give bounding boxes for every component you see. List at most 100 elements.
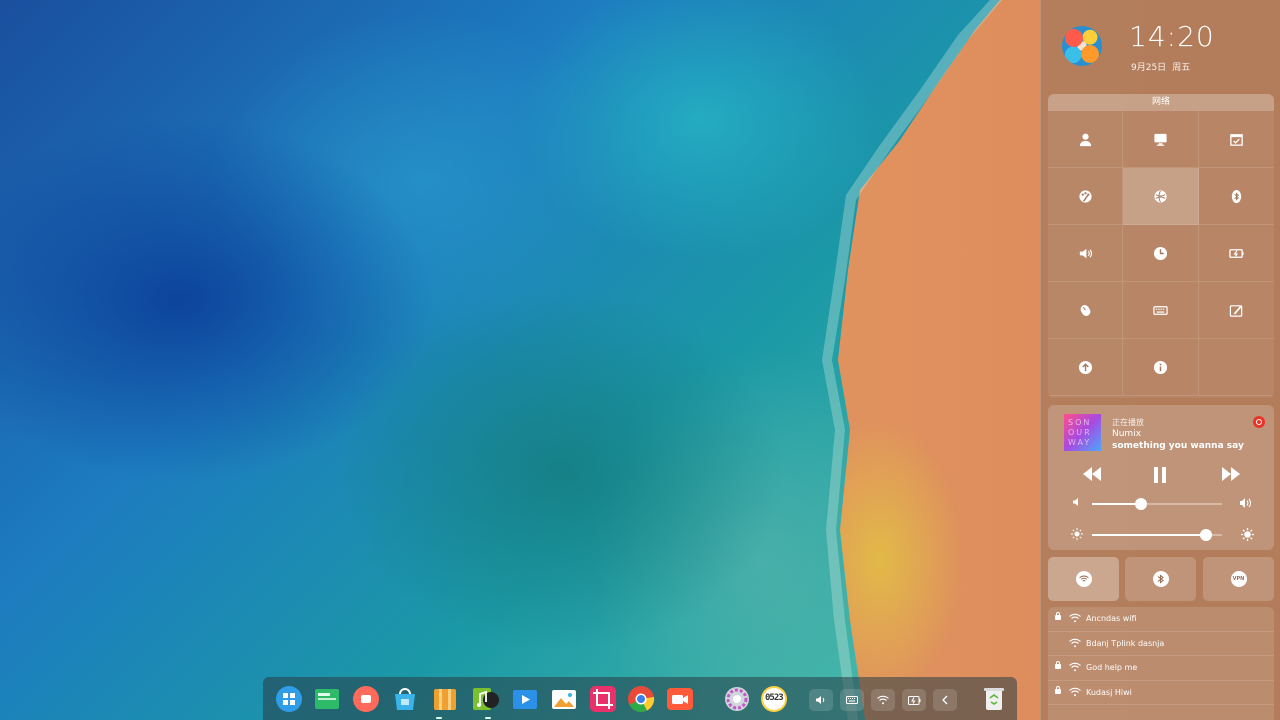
wifi-network-item[interactable]: Kudasj Hiwi (1048, 681, 1274, 705)
dock-app-settings[interactable] (723, 685, 751, 713)
next-track-button[interactable] (1221, 467, 1241, 484)
tray-keyboard-button[interactable] (840, 689, 864, 711)
tile-network[interactable] (1123, 168, 1199, 225)
tile-update[interactable] (1048, 339, 1123, 396)
lock-icon (1055, 661, 1061, 669)
tile-sound[interactable] (1048, 225, 1123, 282)
trash-icon (984, 688, 1004, 710)
dock-app-movie[interactable] (511, 685, 539, 713)
tile-mouse[interactable] (1048, 282, 1123, 339)
bluetooth-toggle[interactable] (1125, 557, 1196, 601)
tray-wifi-button[interactable] (871, 689, 895, 711)
settings-tiles (1048, 111, 1274, 396)
running-indicator (485, 717, 491, 719)
update-icon (1078, 360, 1092, 374)
tile-personalization[interactable] (1048, 168, 1123, 225)
folder-icon (315, 689, 339, 709)
wifi-network-name: God help me (1086, 663, 1138, 672)
calendar-icon (1230, 133, 1243, 146)
user-avatar[interactable] (1062, 26, 1102, 66)
dock-app-image-viewer[interactable] (550, 685, 578, 713)
track-artist: Numix (1112, 429, 1142, 439)
tile-display[interactable] (1123, 111, 1199, 168)
store-icon (395, 688, 415, 710)
settings-icon (725, 687, 749, 711)
tray-volume-button[interactable] (809, 689, 833, 711)
vpn-toggle[interactable]: VPN (1203, 557, 1274, 601)
wifi-network-name: Kudasj Hiwi (1086, 687, 1132, 697)
keyboard-tray-icon (846, 696, 858, 704)
tile-keyboard[interactable] (1123, 282, 1199, 339)
lock-icon (1055, 685, 1061, 694)
wifi-toggle[interactable] (1048, 557, 1119, 601)
dock-app-camera[interactable] (666, 685, 694, 713)
media-player-widget: SON OUR WAY 正在播放 Numix something you wanna… (1048, 405, 1274, 550)
dock-app-archive[interactable] (431, 685, 459, 713)
wifi-network-item[interactable]: Ancndas wifi (1048, 607, 1274, 632)
dock-trash[interactable] (980, 684, 1008, 712)
volume-slider-fill (1092, 503, 1142, 505)
now-playing-label: 正在播放 (1112, 418, 1144, 427)
dock-app-screen-recorder[interactable] (352, 685, 380, 713)
vpn-icon: VPN (1230, 571, 1247, 587)
wifi-network-item[interactable]: Bdanj Tplink dasnja (1048, 632, 1274, 656)
wifi-signal-icon (1069, 662, 1081, 672)
tile-bluetooth[interactable] (1199, 168, 1274, 225)
tile-info[interactable] (1123, 339, 1199, 396)
tray-expand-button[interactable] (933, 689, 957, 711)
dock-app-chrome[interactable] (627, 685, 655, 713)
info-icon (1153, 360, 1168, 374)
brightness-slider-knob[interactable] (1200, 529, 1213, 541)
keyboard-icon (1153, 305, 1168, 315)
dock-app-music[interactable] (471, 685, 499, 713)
tile-calendar[interactable] (1199, 111, 1274, 168)
network-icon (1154, 189, 1167, 203)
tray-battery-button[interactable] (902, 689, 926, 711)
pause-button[interactable] (1153, 467, 1167, 486)
tile-wacom[interactable] (1199, 282, 1274, 339)
bluetooth-icon (1231, 189, 1242, 203)
dock-app-file-manager[interactable] (313, 685, 341, 713)
wacom-icon (1229, 304, 1243, 317)
wifi-signal-icon (1069, 613, 1081, 623)
crop-icon (590, 686, 616, 712)
dock: 0523 (263, 677, 1017, 720)
wifi-network-list: Ancndas wifi Bdanj Tplink dasnja God hel… (1048, 607, 1274, 720)
previous-track-button[interactable] (1082, 467, 1102, 484)
weekday-text: 周五 (1172, 63, 1191, 73)
dock-app-screenshot[interactable] (589, 685, 617, 713)
volume-slider[interactable] (1092, 498, 1222, 510)
wifi-network-item[interactable]: God help me (1048, 656, 1274, 681)
mouse-icon (1080, 304, 1090, 316)
battery-icon (907, 695, 920, 705)
tile-account[interactable] (1048, 111, 1123, 168)
image-icon (552, 690, 576, 709)
dock-clock-text: 0523 (765, 693, 784, 703)
dock-app-store[interactable] (391, 685, 419, 713)
camera-icon (667, 688, 693, 710)
running-indicator (436, 717, 442, 719)
bluetooth-toggle-icon (1152, 571, 1169, 587)
dock-app-clock[interactable]: 0523 (760, 685, 788, 713)
pause-icon (1154, 467, 1166, 483)
dock-app-launcher[interactable] (275, 685, 303, 713)
sound-icon (1079, 248, 1092, 258)
wifi-signal-icon (1069, 687, 1081, 696)
tile-empty (1199, 339, 1274, 396)
display-icon (1154, 133, 1167, 146)
tile-power[interactable] (1199, 225, 1274, 282)
chrome-icon (628, 686, 655, 712)
account-icon (1079, 133, 1091, 146)
panel-clock: 14:20 (1129, 20, 1215, 53)
volume-slider-knob[interactable] (1135, 498, 1148, 510)
volume-icon (816, 696, 825, 704)
power-icon (1229, 248, 1244, 258)
brightness-slider[interactable] (1092, 529, 1222, 541)
volume-low-icon (1072, 497, 1082, 510)
tile-time[interactable] (1123, 225, 1199, 282)
movie-icon (513, 690, 537, 709)
wifi-icon (1075, 571, 1092, 587)
fast-forward-icon (1222, 467, 1240, 481)
lock-icon (1055, 612, 1061, 620)
netease-music-icon (1253, 416, 1265, 428)
